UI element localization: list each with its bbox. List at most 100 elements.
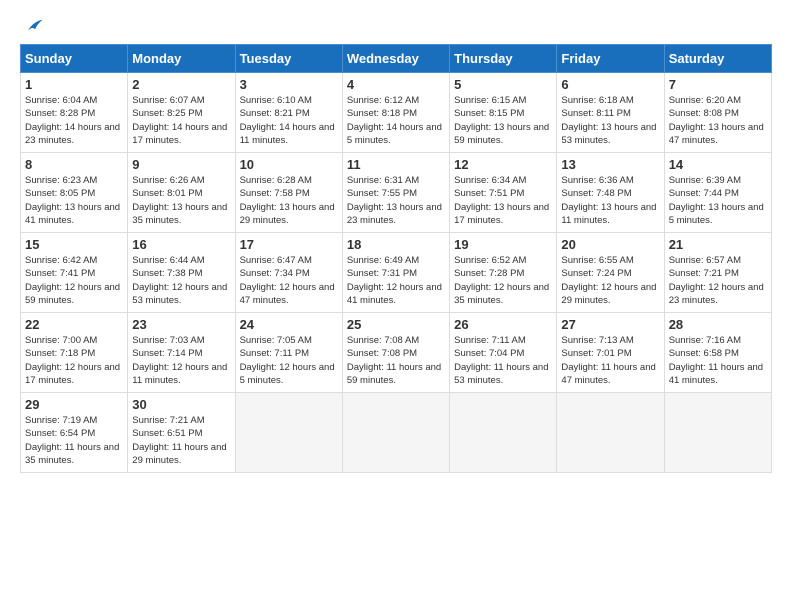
- weekday-friday: Friday: [557, 45, 664, 73]
- day-info: Sunrise: 6:49 AMSunset: 7:31 PMDaylight:…: [347, 254, 445, 307]
- day-info: Sunrise: 6:07 AMSunset: 8:25 PMDaylight:…: [132, 94, 230, 147]
- day-info: Sunrise: 6:12 AMSunset: 8:18 PMDaylight:…: [347, 94, 445, 147]
- calendar-cell: 10 Sunrise: 6:28 AMSunset: 7:58 PMDaylig…: [235, 153, 342, 233]
- day-info: Sunrise: 6:57 AMSunset: 7:21 PMDaylight:…: [669, 254, 767, 307]
- day-info: Sunrise: 6:20 AMSunset: 8:08 PMDaylight:…: [669, 94, 767, 147]
- day-info: Sunrise: 6:42 AMSunset: 7:41 PMDaylight:…: [25, 254, 123, 307]
- page: SundayMondayTuesdayWednesdayThursdayFrid…: [0, 0, 792, 612]
- calendar-cell: 15 Sunrise: 6:42 AMSunset: 7:41 PMDaylig…: [21, 233, 128, 313]
- day-number: 25: [347, 317, 445, 332]
- day-number: 28: [669, 317, 767, 332]
- day-info: Sunrise: 7:08 AMSunset: 7:08 PMDaylight:…: [347, 334, 445, 387]
- calendar-cell: 12 Sunrise: 6:34 AMSunset: 7:51 PMDaylig…: [450, 153, 557, 233]
- day-number: 2: [132, 77, 230, 92]
- day-info: Sunrise: 6:36 AMSunset: 7:48 PMDaylight:…: [561, 174, 659, 227]
- day-number: 5: [454, 77, 552, 92]
- calendar-cell: 22 Sunrise: 7:00 AMSunset: 7:18 PMDaylig…: [21, 313, 128, 393]
- weekday-saturday: Saturday: [664, 45, 771, 73]
- day-number: 30: [132, 397, 230, 412]
- calendar-cell: 9 Sunrise: 6:26 AMSunset: 8:01 PMDayligh…: [128, 153, 235, 233]
- day-number: 27: [561, 317, 659, 332]
- calendar-cell: 16 Sunrise: 6:44 AMSunset: 7:38 PMDaylig…: [128, 233, 235, 313]
- day-number: 18: [347, 237, 445, 252]
- calendar-cell: 14 Sunrise: 6:39 AMSunset: 7:44 PMDaylig…: [664, 153, 771, 233]
- calendar-cell: [450, 393, 557, 473]
- day-info: Sunrise: 6:15 AMSunset: 8:15 PMDaylight:…: [454, 94, 552, 147]
- day-info: Sunrise: 6:18 AMSunset: 8:11 PMDaylight:…: [561, 94, 659, 147]
- weekday-tuesday: Tuesday: [235, 45, 342, 73]
- day-number: 16: [132, 237, 230, 252]
- calendar-cell: 27 Sunrise: 7:13 AMSunset: 7:01 PMDaylig…: [557, 313, 664, 393]
- calendar-cell: 19 Sunrise: 6:52 AMSunset: 7:28 PMDaylig…: [450, 233, 557, 313]
- day-info: Sunrise: 7:11 AMSunset: 7:04 PMDaylight:…: [454, 334, 552, 387]
- calendar-cell: 7 Sunrise: 6:20 AMSunset: 8:08 PMDayligh…: [664, 73, 771, 153]
- day-number: 20: [561, 237, 659, 252]
- day-info: Sunrise: 7:21 AMSunset: 6:51 PMDaylight:…: [132, 414, 230, 467]
- header: [20, 16, 772, 34]
- calendar-cell: 21 Sunrise: 6:57 AMSunset: 7:21 PMDaylig…: [664, 233, 771, 313]
- calendar-cell: 26 Sunrise: 7:11 AMSunset: 7:04 PMDaylig…: [450, 313, 557, 393]
- calendar-week-2: 8 Sunrise: 6:23 AMSunset: 8:05 PMDayligh…: [21, 153, 772, 233]
- day-number: 12: [454, 157, 552, 172]
- calendar-cell: 2 Sunrise: 6:07 AMSunset: 8:25 PMDayligh…: [128, 73, 235, 153]
- day-info: Sunrise: 7:16 AMSunset: 6:58 PMDaylight:…: [669, 334, 767, 387]
- calendar-cell: 8 Sunrise: 6:23 AMSunset: 8:05 PMDayligh…: [21, 153, 128, 233]
- weekday-sunday: Sunday: [21, 45, 128, 73]
- calendar-cell: 23 Sunrise: 7:03 AMSunset: 7:14 PMDaylig…: [128, 313, 235, 393]
- calendar-cell: 24 Sunrise: 7:05 AMSunset: 7:11 PMDaylig…: [235, 313, 342, 393]
- calendar-cell: 30 Sunrise: 7:21 AMSunset: 6:51 PMDaylig…: [128, 393, 235, 473]
- day-info: Sunrise: 6:23 AMSunset: 8:05 PMDaylight:…: [25, 174, 123, 227]
- calendar-cell: 28 Sunrise: 7:16 AMSunset: 6:58 PMDaylig…: [664, 313, 771, 393]
- day-info: Sunrise: 6:26 AMSunset: 8:01 PMDaylight:…: [132, 174, 230, 227]
- day-info: Sunrise: 6:34 AMSunset: 7:51 PMDaylight:…: [454, 174, 552, 227]
- day-number: 24: [240, 317, 338, 332]
- calendar-week-5: 29 Sunrise: 7:19 AMSunset: 6:54 PMDaylig…: [21, 393, 772, 473]
- day-number: 6: [561, 77, 659, 92]
- day-number: 14: [669, 157, 767, 172]
- day-info: Sunrise: 7:00 AMSunset: 7:18 PMDaylight:…: [25, 334, 123, 387]
- day-info: Sunrise: 7:19 AMSunset: 6:54 PMDaylight:…: [25, 414, 123, 467]
- logo-text: [20, 16, 44, 38]
- calendar-table: SundayMondayTuesdayWednesdayThursdayFrid…: [20, 44, 772, 473]
- day-info: Sunrise: 6:39 AMSunset: 7:44 PMDaylight:…: [669, 174, 767, 227]
- day-info: Sunrise: 7:03 AMSunset: 7:14 PMDaylight:…: [132, 334, 230, 387]
- day-number: 19: [454, 237, 552, 252]
- calendar-cell: 6 Sunrise: 6:18 AMSunset: 8:11 PMDayligh…: [557, 73, 664, 153]
- day-info: Sunrise: 6:04 AMSunset: 8:28 PMDaylight:…: [25, 94, 123, 147]
- day-info: Sunrise: 6:55 AMSunset: 7:24 PMDaylight:…: [561, 254, 659, 307]
- calendar-week-3: 15 Sunrise: 6:42 AMSunset: 7:41 PMDaylig…: [21, 233, 772, 313]
- calendar-cell: [664, 393, 771, 473]
- day-info: Sunrise: 6:52 AMSunset: 7:28 PMDaylight:…: [454, 254, 552, 307]
- calendar-cell: 13 Sunrise: 6:36 AMSunset: 7:48 PMDaylig…: [557, 153, 664, 233]
- day-number: 13: [561, 157, 659, 172]
- day-info: Sunrise: 6:47 AMSunset: 7:34 PMDaylight:…: [240, 254, 338, 307]
- day-number: 22: [25, 317, 123, 332]
- calendar-cell: [342, 393, 449, 473]
- day-number: 17: [240, 237, 338, 252]
- day-info: Sunrise: 7:13 AMSunset: 7:01 PMDaylight:…: [561, 334, 659, 387]
- day-info: Sunrise: 6:31 AMSunset: 7:55 PMDaylight:…: [347, 174, 445, 227]
- day-number: 3: [240, 77, 338, 92]
- day-number: 15: [25, 237, 123, 252]
- day-number: 21: [669, 237, 767, 252]
- calendar-week-1: 1 Sunrise: 6:04 AMSunset: 8:28 PMDayligh…: [21, 73, 772, 153]
- calendar-week-4: 22 Sunrise: 7:00 AMSunset: 7:18 PMDaylig…: [21, 313, 772, 393]
- calendar-cell: 4 Sunrise: 6:12 AMSunset: 8:18 PMDayligh…: [342, 73, 449, 153]
- day-number: 11: [347, 157, 445, 172]
- day-info: Sunrise: 6:10 AMSunset: 8:21 PMDaylight:…: [240, 94, 338, 147]
- day-info: Sunrise: 7:05 AMSunset: 7:11 PMDaylight:…: [240, 334, 338, 387]
- day-number: 1: [25, 77, 123, 92]
- calendar-cell: 25 Sunrise: 7:08 AMSunset: 7:08 PMDaylig…: [342, 313, 449, 393]
- logo-bird-icon: [22, 16, 44, 38]
- calendar-cell: 3 Sunrise: 6:10 AMSunset: 8:21 PMDayligh…: [235, 73, 342, 153]
- calendar-cell: 20 Sunrise: 6:55 AMSunset: 7:24 PMDaylig…: [557, 233, 664, 313]
- day-number: 10: [240, 157, 338, 172]
- day-number: 26: [454, 317, 552, 332]
- day-number: 9: [132, 157, 230, 172]
- calendar-cell: 5 Sunrise: 6:15 AMSunset: 8:15 PMDayligh…: [450, 73, 557, 153]
- day-number: 23: [132, 317, 230, 332]
- calendar-cell: 11 Sunrise: 6:31 AMSunset: 7:55 PMDaylig…: [342, 153, 449, 233]
- calendar-cell: 29 Sunrise: 7:19 AMSunset: 6:54 PMDaylig…: [21, 393, 128, 473]
- day-number: 4: [347, 77, 445, 92]
- weekday-wednesday: Wednesday: [342, 45, 449, 73]
